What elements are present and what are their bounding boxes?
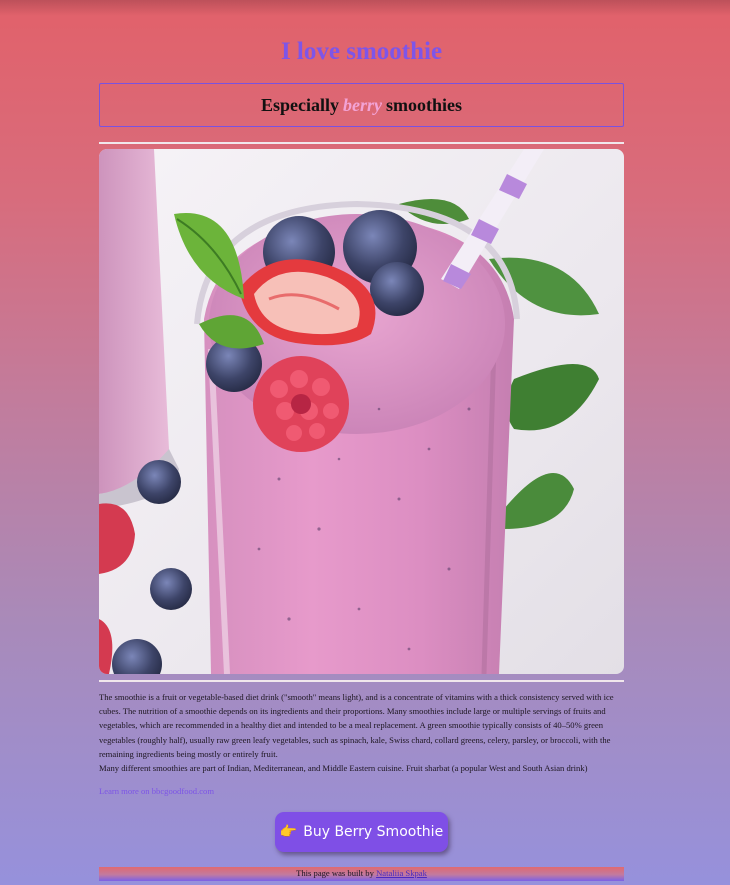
divider-bottom: [99, 680, 624, 682]
subtitle-highlight: berry: [343, 94, 382, 115]
divider-top: [99, 142, 624, 144]
description-text: The smoothie is a fruit or vegetable-bas…: [99, 690, 624, 775]
buy-button-label: Buy Berry Smoothie: [303, 824, 444, 840]
description-paragraph: Many different smoothies are part of Ind…: [99, 763, 588, 774]
page-title: I love smoothie: [280, 38, 443, 65]
description-paragraph: The smoothie is a fruit or vegetable-bas…: [99, 692, 614, 759]
author-link[interactable]: Nataliia Skpak: [376, 868, 427, 878]
buy-button[interactable]: 👉 Buy Berry Smoothie: [275, 812, 448, 852]
subtitle-prefix: Especially: [260, 94, 339, 115]
footer-text: This page was built by: [296, 868, 377, 878]
footer: This page was built by Nataliia Skpak: [99, 867, 624, 881]
subtitle-suffix: smoothies: [386, 94, 462, 115]
smoothie-image: [99, 149, 624, 674]
subtitle-box: Especially berry smoothies: [99, 83, 624, 127]
learn-more-link[interactable]: Learn more on bbcgoodfood.com: [99, 786, 214, 796]
pointing-hand-icon: 👉: [279, 824, 298, 840]
top-shade: [0, 0, 730, 16]
